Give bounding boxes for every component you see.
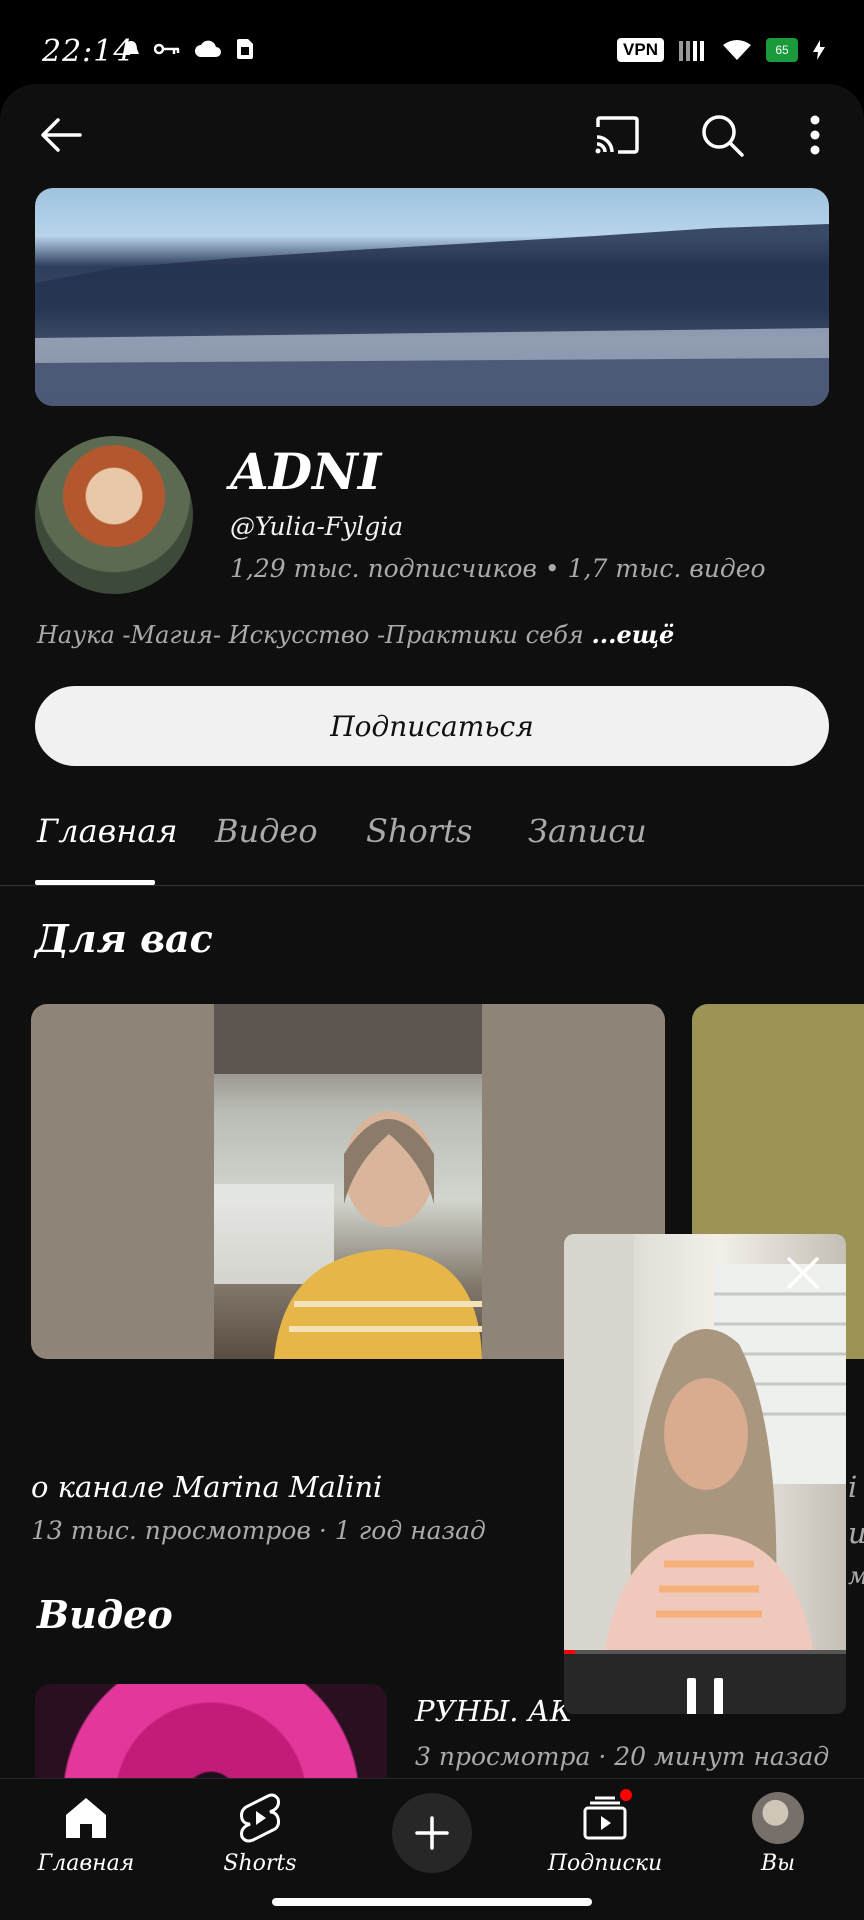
app-window: ADNI @Yulia-Fylgia 1,29 тыс. подписчиков…: [0, 84, 864, 1920]
home-icon: [63, 1791, 109, 1845]
video-meta: 13 тыс. просмотров · 1 год назад: [31, 1516, 486, 1545]
top-app-bar: [0, 84, 864, 184]
search-button[interactable]: [697, 110, 747, 160]
next-video-title-peek: i: [848, 1470, 858, 1504]
close-icon: [787, 1257, 819, 1289]
channel-description[interactable]: Наука -Магия- Искусство -Практики себя .…: [37, 620, 674, 649]
plus-icon: [415, 1816, 449, 1850]
video-title[interactable]: о канале Marina Malini: [31, 1470, 382, 1504]
thumbnail-image: [214, 1004, 482, 1359]
videos-section-title: Видео: [37, 1592, 173, 1637]
vpn-badge: VPN: [617, 38, 664, 62]
miniplayer-progress-fill: [564, 1650, 576, 1654]
for-you-section-title: Для вас: [35, 916, 213, 961]
miniplayer-video-frame: [564, 1234, 846, 1654]
cast-button[interactable]: [592, 110, 642, 160]
nav-subscriptions[interactable]: Подписки: [535, 1779, 675, 1889]
nav-subscriptions-label: Подписки: [547, 1851, 663, 1876]
channel-banner: [35, 188, 829, 406]
video-list-title[interactable]: РУНЫ. АК: [415, 1694, 572, 1728]
notification-dot: [618, 1787, 634, 1803]
back-button[interactable]: [36, 110, 86, 160]
more-vert-icon: [810, 115, 820, 155]
nav-home-label: Главная: [37, 1851, 135, 1876]
status-icons-right: VPN 65: [617, 38, 826, 62]
next-video-meta-peek: мс: [848, 1562, 864, 1590]
wifi-icon: [723, 40, 751, 60]
charging-icon: [813, 40, 825, 60]
active-tab-indicator: [35, 880, 155, 885]
miniplayer[interactable]: [564, 1234, 846, 1714]
thumbnail-person-image: [214, 1004, 482, 1359]
notification-icon: [123, 41, 139, 54]
sim-card-icon: [237, 39, 253, 59]
banner-forest-image: [35, 224, 829, 406]
tab-home[interactable]: Главная: [37, 812, 178, 850]
subscriptions-icon: [582, 1787, 634, 1845]
miniplayer-progress-track[interactable]: [564, 1650, 846, 1654]
channel-description-text: Наука -Магия- Искусство -Практики себя: [37, 621, 584, 649]
shorts-icon: [238, 1791, 282, 1845]
video-list-meta: 3 просмотра · 20 минут назад: [415, 1742, 830, 1771]
pause-icon: [687, 1678, 723, 1714]
miniplayer-pause-button[interactable]: [685, 1676, 725, 1714]
channel-tabs: Главная Видео Shorts Записи: [0, 784, 864, 886]
subscribe-button[interactable]: Подписаться: [35, 686, 829, 766]
gesture-home-indicator[interactable]: [272, 1898, 592, 1906]
channel-handle: @Yulia-Fylgia: [230, 512, 404, 541]
next-video-title-peek-2: ui: [848, 1516, 864, 1550]
nav-shorts[interactable]: Shorts: [190, 1779, 330, 1889]
cloud-icon: [195, 40, 221, 57]
channel-name: ADNI: [230, 442, 382, 501]
you-avatar-wrap: [752, 1791, 804, 1845]
miniplayer-video[interactable]: [564, 1234, 846, 1654]
key-icon: [154, 43, 180, 55]
nav-shorts-label: Shorts: [223, 1851, 297, 1876]
nav-you[interactable]: Вы: [708, 1779, 848, 1889]
create-button[interactable]: [392, 1793, 472, 1873]
tab-videos[interactable]: Видео: [215, 812, 318, 850]
description-more-link[interactable]: ...ещё: [591, 620, 674, 649]
miniplayer-close-button[interactable]: [786, 1256, 820, 1294]
channel-stats: 1,29 тыс. подписчиков • 1,7 тыс. видео: [230, 554, 766, 583]
status-icons-left: [122, 38, 254, 60]
cast-icon: [595, 116, 639, 154]
status-bar: 22:14 VPN 65: [0, 0, 864, 86]
tab-shorts[interactable]: Shorts: [366, 812, 472, 850]
arrow-back-icon: [41, 118, 82, 152]
signal-icon: [679, 41, 704, 61]
user-avatar: [752, 1792, 804, 1844]
nav-home[interactable]: Главная: [16, 1779, 156, 1889]
more-options-button[interactable]: [800, 110, 830, 160]
nav-you-label: Вы: [760, 1851, 796, 1876]
search-icon: [702, 115, 744, 157]
channel-avatar[interactable]: [35, 436, 193, 594]
status-time: 22:14: [42, 34, 134, 69]
tab-posts[interactable]: Записи: [528, 812, 647, 850]
battery-icon: 65: [766, 38, 798, 62]
